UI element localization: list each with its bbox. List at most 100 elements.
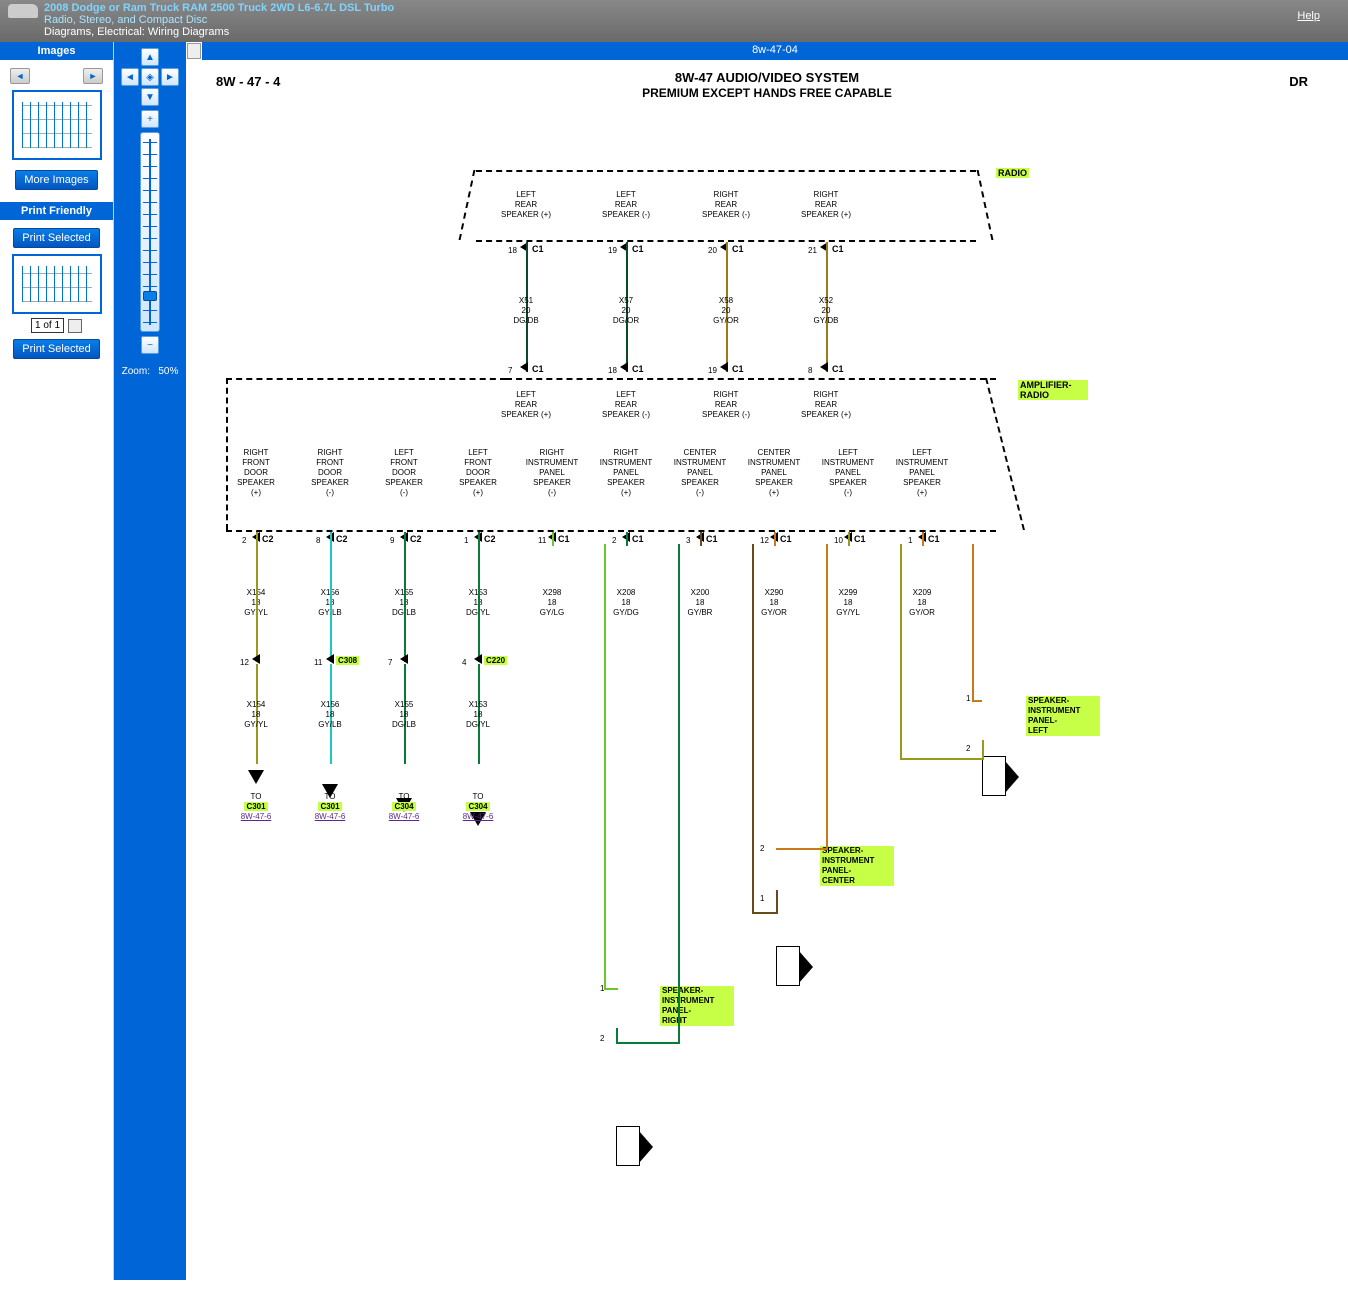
radio-out-label-3: RIGHTREARSPEAKER (+) <box>796 190 856 220</box>
next-image-button[interactable]: ► <box>83 68 103 84</box>
amp-out-conn-3: C2 <box>484 534 496 544</box>
amp-in-conn-3: C1 <box>832 364 844 374</box>
top-bar: 2008 Dodge or Ram Truck RAM 2500 Truck 2… <box>0 0 1348 42</box>
speaker-left-icon <box>982 756 1006 796</box>
wire-stub-5 <box>626 532 628 546</box>
amp-out-wire-9: X20918GY/OR <box>902 588 942 618</box>
mid-pin-3: 4 <box>462 658 466 667</box>
amp-out-pin-6: 3 <box>686 536 690 545</box>
amp-out-wire-5: X20818GY/DG <box>606 588 646 618</box>
radio-box-top <box>476 170 976 172</box>
amp-out-conn-7: C1 <box>780 534 792 544</box>
amp-bot <box>226 530 996 532</box>
w-x290-a <box>826 544 828 850</box>
mid-arrow-1 <box>326 654 334 664</box>
radio-box-left <box>459 170 486 240</box>
amp-in-arrow-2 <box>720 362 728 372</box>
radio-wire-info-1: X5720DG/OR <box>606 296 646 326</box>
zoom-panel: ▲ ◄ ◈ ► ▼ + − Zoom: 50% <box>114 42 186 1280</box>
amp-out-pin-9: 1 <box>908 536 912 545</box>
document-header: 8w-47-04 <box>202 42 1348 60</box>
radio-label: RADIO <box>996 168 1029 178</box>
print-friendly-header: Print Friendly <box>0 202 113 220</box>
w-x200-a <box>752 544 754 914</box>
amp-top-label-2: RIGHTREARSPEAKER (-) <box>696 390 756 420</box>
images-header: Images <box>0 42 113 60</box>
print-thumbnail[interactable] <box>12 254 102 314</box>
amp-out-conn-2: C2 <box>410 534 422 544</box>
amp-out-label-5: RIGHTINSTRUMENTPANELSPEAKER(+) <box>596 448 656 498</box>
amp-out-conn-5: C1 <box>632 534 644 544</box>
amp-in-conn-2: C1 <box>732 364 744 374</box>
zoom-slider[interactable] <box>140 132 160 332</box>
wire-stub-7 <box>774 532 776 546</box>
to-ref-3: TOC3048W-47-6 <box>458 792 498 822</box>
amp-out-pin-1: 8 <box>316 536 320 545</box>
print-selected-button-1[interactable]: Print Selected <box>13 228 99 248</box>
zoom-in-button[interactable]: + <box>141 110 159 128</box>
radio-wire-info-2: X5820GY/OR <box>706 296 746 326</box>
page-indicator: 1 of 1 <box>31 318 64 333</box>
amp-out-label-8: LEFTINSTRUMENTPANELSPEAKER(-) <box>818 448 878 498</box>
speaker-center-label: SPEAKER-INSTRUMENTPANEL-CENTER <box>820 846 894 886</box>
amp-in-arrow-1 <box>620 362 628 372</box>
radio-wire-info-0: X5120DG/DB <box>506 296 546 326</box>
pan-right-button[interactable]: ► <box>161 68 179 86</box>
amp-out-wire-7: X29018GY/OR <box>754 588 794 618</box>
pan-down-button[interactable]: ▼ <box>141 88 159 106</box>
amp-out-pin-4: 11 <box>538 536 546 545</box>
wire-b-info-3: X15318DG/YL <box>458 700 498 730</box>
amp-out-wire-8: X29918GY/YL <box>828 588 868 618</box>
toolbar-icon[interactable] <box>187 43 201 59</box>
amp-top-label-3: RIGHTREARSPEAKER (+) <box>796 390 856 420</box>
radio-conn-2: C1 <box>732 244 744 254</box>
spk-left-pin2: 2 <box>966 744 970 753</box>
print-selected-button-2[interactable]: Print Selected <box>13 339 99 359</box>
amp-out-conn-6: C1 <box>706 534 718 544</box>
pan-left-button[interactable]: ◄ <box>121 68 139 86</box>
image-thumbnail[interactable] <box>12 90 102 160</box>
amp-right <box>973 378 1025 530</box>
radio-pin-2: 20 <box>708 246 717 255</box>
wiring-diagram[interactable]: 8W - 47 - 4 DR 8W-47 AUDIO/VIDEO SYSTEM … <box>186 60 1348 1280</box>
radio-out-label-2: RIGHTREARSPEAKER (-) <box>696 190 756 220</box>
mid-pin-2: 7 <box>388 658 392 667</box>
amplifier-label: AMPLIFIER-RADIO <box>1018 380 1088 400</box>
pan-center-button[interactable]: ◈ <box>141 68 159 86</box>
pan-up-button[interactable]: ▲ <box>141 48 159 66</box>
amp-out-conn-1: C2 <box>336 534 348 544</box>
amp-out-pin-5: 2 <box>612 536 616 545</box>
wire-stub-9 <box>922 532 924 546</box>
zoom-out-button[interactable]: − <box>141 336 159 354</box>
speaker-right-label: SPEAKER-INSTRUMENTPANEL-RIGHT <box>660 986 734 1026</box>
radio-out-label-1: LEFTREARSPEAKER (-) <box>596 190 656 220</box>
amp-out-label-9: LEFTINSTRUMENTPANELSPEAKER(+) <box>892 448 952 498</box>
amp-out-conn-0: C2 <box>262 534 274 544</box>
amp-in-pin-2: 19 <box>708 366 717 375</box>
amp-out-pin-7: 12 <box>760 536 769 545</box>
help-link[interactable]: Help <box>1297 10 1320 22</box>
amp-in-arrow-3 <box>820 362 828 372</box>
wire-stub-4 <box>552 532 554 546</box>
wire-b-info-0: X15418GY/YL <box>236 700 276 730</box>
amp-top-left <box>226 378 506 380</box>
header-titles: 2008 Dodge or Ram Truck RAM 2500 Truck 2… <box>44 2 1297 38</box>
zoom-slider-handle[interactable] <box>143 291 157 301</box>
amp-in-arrow-0 <box>520 362 528 372</box>
breadcrumb: Diagrams, Electrical: Wiring Diagrams <box>44 26 1297 38</box>
speaker-center-icon <box>776 946 800 986</box>
speaker-left-label: SPEAKER-INSTRUMENTPANEL-LEFT <box>1026 696 1100 736</box>
radio-conn-0: C1 <box>532 244 544 254</box>
prev-image-button[interactable]: ◄ <box>10 68 30 84</box>
wire-a-3 <box>478 532 480 662</box>
amp-top-right <box>506 378 996 380</box>
to-ref-0: TOC3018W-47-6 <box>236 792 276 822</box>
page-list-icon[interactable] <box>68 319 82 333</box>
amp-out-wire-6: X20018GY/BR <box>680 588 720 618</box>
w-x209-a <box>972 544 974 700</box>
spk-rt-pin2: 2 <box>600 1034 604 1043</box>
more-images-button[interactable]: More Images <box>15 170 97 190</box>
mid-arrow-0 <box>252 654 260 664</box>
radio-box-right <box>967 170 994 240</box>
diagram-subtitle: PREMIUM EXCEPT HANDS FREE CAPABLE <box>186 86 1348 100</box>
